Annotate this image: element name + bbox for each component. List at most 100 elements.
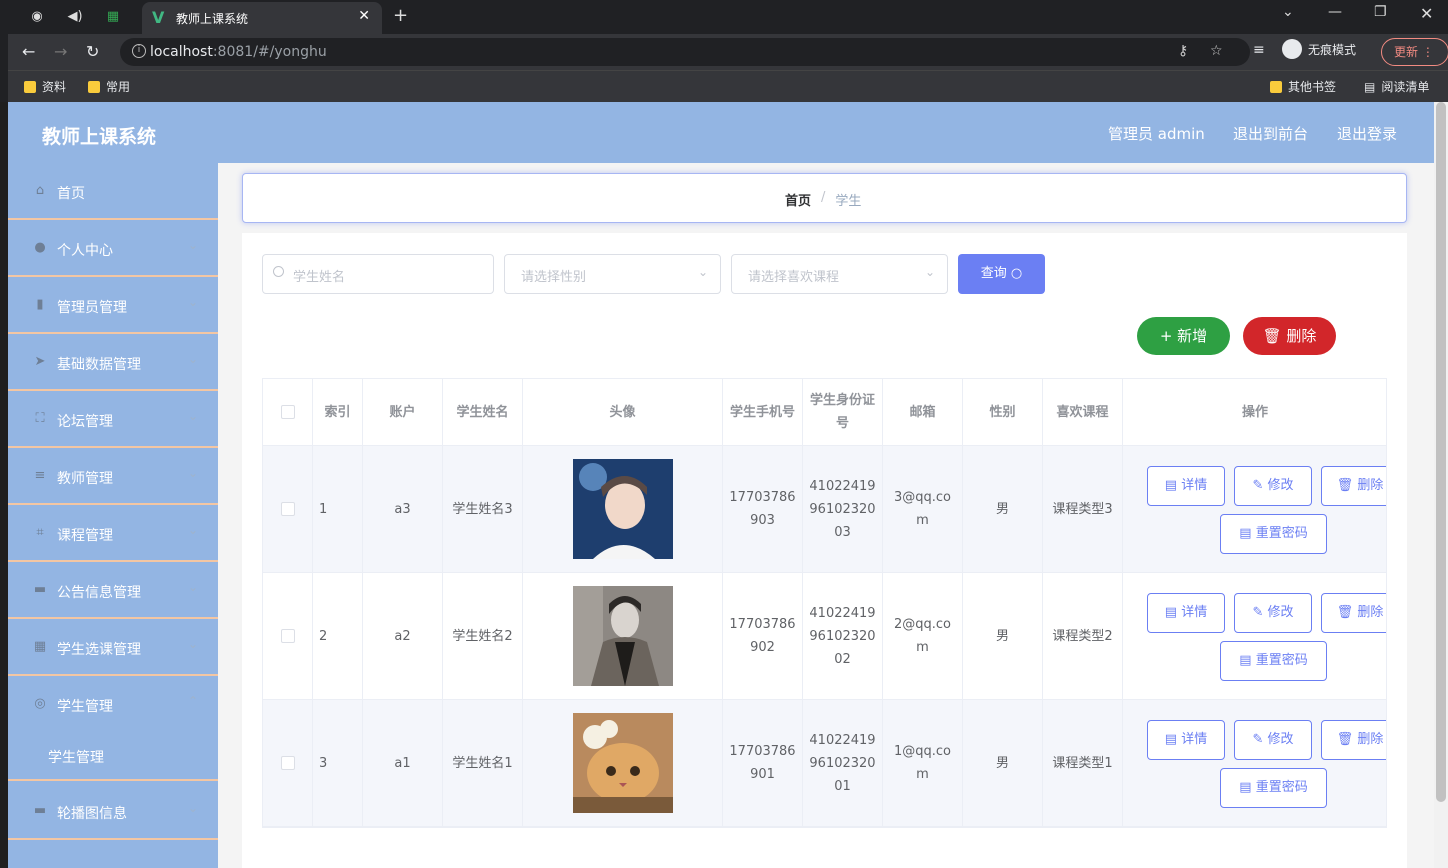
cell-course: 课程类型2 [1043,573,1123,700]
logout-link[interactable]: 退出登录 [1337,123,1397,144]
sidebar-item-students[interactable]: ◎ 学生管理 ⌃ [8,676,218,733]
cell-avatar [523,573,723,700]
close-window-icon[interactable]: ✕ [1420,4,1433,23]
close-tab-icon[interactable]: ✕ [358,8,370,24]
avatar-image[interactable] [572,713,673,813]
row-checkbox-cell [263,700,313,827]
reload-icon[interactable]: ↻ [86,42,99,61]
incognito-icon [1282,39,1302,59]
edit-button[interactable]: ✎ 修改 [1234,593,1312,633]
tab-title: 教师上课系统 [176,12,249,26]
sidebar-item-admins[interactable]: ▮ 管理员管理 ⌄ [8,277,218,334]
incognito-badge[interactable]: 无痕模式 [1282,39,1356,59]
scroll-right-icon[interactable]: ▶ [1376,827,1383,828]
tab-active[interactable]: V 教师上课系统 ✕ [142,2,382,34]
address-bar[interactable]: i localhost:8081/#/yonghu ⚷ ☆ [120,38,1250,66]
sidebar-item-notices[interactable]: ▬ 公告信息管理 ⌄ [8,562,218,619]
breadcrumb-home[interactable]: 首页 [785,190,811,209]
info-icon[interactable]: i [132,44,146,58]
globe-icon[interactable]: ◉ [28,7,46,25]
row-checkbox[interactable] [280,502,295,516]
forward-icon[interactable]: → [54,42,67,61]
cell-account: a1 [363,700,443,827]
delete-button[interactable]: 🗑 删除 [1321,466,1386,506]
avatar-image[interactable] [572,459,673,559]
cell-index: 2 [313,573,363,700]
reading-list[interactable]: ▤ 阅读清单 [1364,78,1429,95]
gender-select[interactable]: 请选择性别 ⌄ [504,254,721,294]
detail-button[interactable]: ▤ 详情 [1147,466,1225,506]
page-scrollbar[interactable] [1434,102,1448,868]
column-header: 索引 [313,379,363,446]
edit-button[interactable]: ✎ 修改 [1234,720,1312,760]
chevron-down-icon: ⌄ [187,637,198,651]
sidebar-item-courses[interactable]: ⌗ 课程管理 ⌄ [8,505,218,562]
scroll-left-icon[interactable]: ◀ [268,827,275,828]
sidebar-item-home[interactable]: ⌂ 首页 [8,163,218,220]
media-icon[interactable]: ≡ [1253,42,1265,58]
chevron-down-icon: ⌄ [187,580,198,594]
bookmark-folder[interactable]: 常用 [88,78,130,95]
reset-password-button[interactable]: ▤ 重置密码 [1220,641,1327,681]
tab-search-icon[interactable]: ⌄ [1282,4,1294,20]
sidebar-item-basic-data[interactable]: ➤ 基础数据管理 ⌄ [8,334,218,391]
chevron-down-icon: ⌄ [697,265,708,279]
query-button[interactable]: 查询 ○ [958,254,1045,294]
detail-button[interactable]: ▤ 详情 [1147,720,1225,760]
reading-list-icon: ▤ [1364,79,1376,94]
table-row: 3 a1 学生姓名1 17703786901 41022419961023200… [263,700,1386,827]
add-button[interactable]: + 新增 [1137,317,1230,355]
exit-to-front-link[interactable]: 退出到前台 [1233,123,1308,144]
avatar-image[interactable] [572,586,673,686]
horizontal-scrollbar[interactable]: ◀ ▶ [263,827,1387,828]
document-icon: ▤ [1239,526,1252,541]
minimize-icon[interactable]: — [1328,4,1342,20]
user-icon: ● [34,240,46,255]
select-all-checkbox[interactable] [280,405,295,419]
bulk-delete-button[interactable]: 🗑 删除 [1243,317,1336,355]
edit-button[interactable]: ✎ 修改 [1234,466,1312,506]
reset-password-button[interactable]: ▤ 重置密码 [1220,514,1327,554]
key-icon[interactable]: ⚷ [1178,43,1188,59]
bookmark-folder[interactable]: 资料 [24,78,66,95]
folder-icon [1270,80,1282,93]
sidebar-item-profile[interactable]: ● 个人中心 ⌄ [8,220,218,277]
course-select[interactable]: 请选择喜欢课程 ⌄ [731,254,948,294]
document-icon: ▤ [1239,653,1252,668]
page-scroll-thumb[interactable] [1436,102,1446,802]
sidebar-item-course-selection[interactable]: ▦ 学生选课管理 ⌄ [8,619,218,676]
admin-user[interactable]: 管理员 admin [1108,123,1205,144]
row-checkbox[interactable] [280,629,295,643]
search-icon: ○ [1010,266,1023,281]
back-icon[interactable]: ← [22,42,35,61]
sidebar-item-teachers[interactable]: ≡ 教师管理 ⌄ [8,448,218,505]
cell-gender: 男 [963,573,1043,700]
reset-password-button[interactable]: ▤ 重置密码 [1220,768,1327,808]
breadcrumb-separator: / [821,190,826,205]
sidebar-item-forum[interactable]: ⛶ 论坛管理 ⌄ [8,391,218,448]
sidebar-item-carousel[interactable]: ▬ 轮播图信息 ⌄ [8,783,218,840]
document-icon: ▤ [1164,732,1178,747]
restore-icon[interactable]: ❐ [1374,4,1387,20]
star-icon[interactable]: ☆ [1210,43,1223,59]
sheets-icon[interactable]: ▦ [104,7,122,25]
cell-account: a2 [363,573,443,700]
cell-phone: 17703786903 [723,446,803,573]
sidebar-subitem-students[interactable]: 学生管理 [8,731,218,781]
student-name-input[interactable]: 学生姓名 [262,254,494,294]
cell-avatar [523,700,723,827]
row-checkbox[interactable] [280,756,295,770]
delete-button[interactable]: 🗑 删除 [1321,593,1386,633]
other-bookmarks[interactable]: 其他书签 [1270,78,1336,95]
frame-icon: ⛶ [35,411,45,426]
update-button[interactable]: 更新 ⋮ [1381,38,1448,66]
delete-button[interactable]: 🗑 删除 [1321,720,1386,760]
cell-course: 课程类型1 [1043,700,1123,827]
audio-icon[interactable]: ◀) [66,7,84,25]
detail-button[interactable]: ▤ 详情 [1147,593,1225,633]
document-icon: ▤ [1239,780,1252,795]
new-tab-button[interactable]: + [393,5,408,26]
cell-email: 1@qq.com [883,700,963,827]
table-row: 1 a3 学生姓名3 17703786903 41022419961023200… [263,446,1386,573]
monitor-icon: ▬ [33,803,47,818]
